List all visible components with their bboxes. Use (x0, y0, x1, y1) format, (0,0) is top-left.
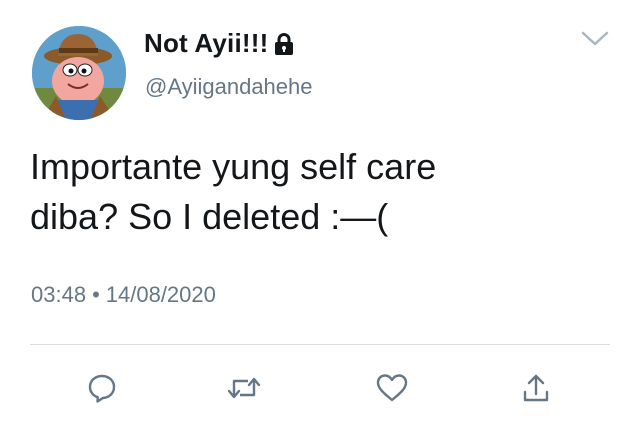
reply-button[interactable] (80, 366, 124, 410)
lock-icon (273, 32, 295, 56)
timestamp-separator: • (92, 282, 100, 307)
action-bar (0, 366, 640, 410)
chevron-down-icon[interactable] (580, 28, 610, 48)
timestamp[interactable]: 03:48 • 14/08/2020 (31, 282, 216, 308)
tweet-time: 03:48 (31, 282, 87, 307)
avatar-image (32, 26, 126, 120)
tweet-date: 14/08/2020 (105, 282, 216, 307)
heart-icon (375, 372, 409, 404)
reply-icon (86, 372, 118, 404)
avatar[interactable] (32, 26, 126, 120)
share-icon (521, 372, 551, 404)
retweet-icon (226, 372, 262, 404)
display-name-text: Not Ayii!!! (144, 28, 269, 58)
tweet-text: Importante yung self care diba? So I del… (30, 146, 437, 237)
display-name[interactable]: Not Ayii!!! (144, 28, 295, 59)
like-button[interactable] (370, 366, 414, 410)
tweet-card: Not Ayii!!! @Ayiigandahehe Importante yu… (0, 0, 640, 436)
retweet-button[interactable] (222, 366, 266, 410)
divider (30, 344, 610, 345)
share-button[interactable] (514, 366, 558, 410)
user-handle[interactable]: @Ayiigandahehe (145, 74, 313, 100)
